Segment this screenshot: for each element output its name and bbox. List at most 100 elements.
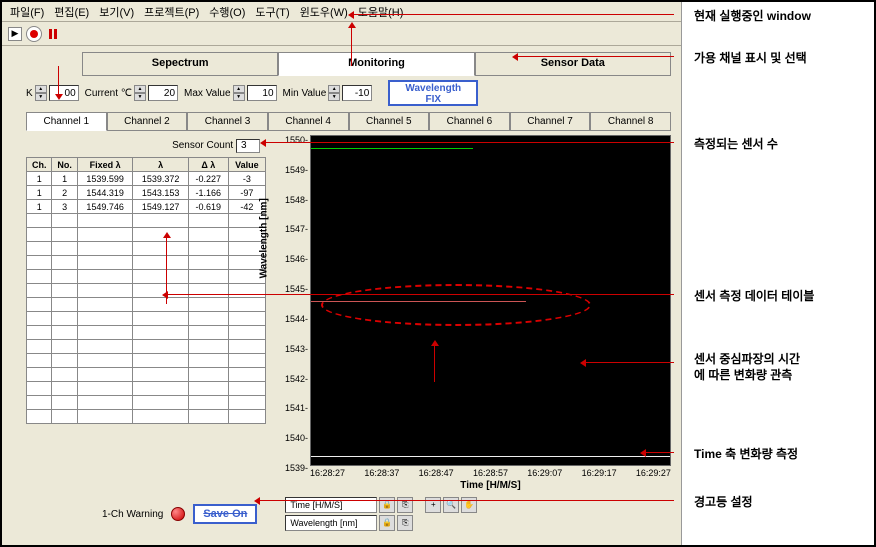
table-cell <box>133 256 189 270</box>
table-cell <box>27 214 52 228</box>
tab-channel-2[interactable]: Channel 2 <box>107 112 188 131</box>
menu-project[interactable]: 프로젝트(P) <box>140 2 203 22</box>
max-spinner[interactable]: ▲▼ <box>233 85 245 101</box>
max-input[interactable] <box>247 85 277 101</box>
current-spinner[interactable]: ▲▼ <box>134 85 146 101</box>
table-cell <box>188 242 228 256</box>
x-tick: 16:28:37 <box>364 468 399 478</box>
th-fixed: Fixed λ <box>77 158 133 172</box>
table-cell <box>27 326 52 340</box>
k-spinner[interactable]: ▲▼ <box>35 85 47 101</box>
table-cell <box>27 382 52 396</box>
tab-channel-5[interactable]: Channel 5 <box>349 112 430 131</box>
tab-channel-8[interactable]: Channel 8 <box>590 112 671 131</box>
trace-sensor-1 <box>311 148 473 156</box>
table-cell <box>52 284 77 298</box>
arrow-a5 <box>582 362 674 363</box>
table-cell <box>27 396 52 410</box>
menu-operate[interactable]: 수행(O) <box>205 2 249 22</box>
table-cell: -0.227 <box>188 172 228 186</box>
table-cell <box>188 270 228 284</box>
menu-tools[interactable]: 도구(T) <box>251 2 293 22</box>
table-cell <box>188 382 228 396</box>
table-cell <box>77 368 133 382</box>
wavelength-fix-button[interactable]: Wavelength FIX <box>388 80 478 106</box>
table-cell <box>27 354 52 368</box>
min-input[interactable] <box>342 85 372 101</box>
table-cell: 1 <box>27 200 52 214</box>
tab-channel-6[interactable]: Channel 6 <box>429 112 510 131</box>
anno-wavelength-time-2: 에 따른 변화량 관측 <box>694 366 792 383</box>
menu-file[interactable]: 파일(F) <box>6 2 48 22</box>
table-row <box>27 396 266 410</box>
arrow-a6 <box>642 452 674 453</box>
tab-channel-4[interactable]: Channel 4 <box>268 112 349 131</box>
table-cell <box>228 340 265 354</box>
table-cell <box>188 214 228 228</box>
highlight-oval <box>321 284 591 326</box>
tab-channel-7[interactable]: Channel 7 <box>510 112 591 131</box>
table-cell <box>188 326 228 340</box>
table-cell <box>133 214 189 228</box>
tab-monitoring[interactable]: Monitoring <box>278 52 474 76</box>
wave-scale-icon[interactable]: ⎘ <box>397 515 413 531</box>
table-cell <box>228 396 265 410</box>
table-row <box>27 228 266 242</box>
table-row: 131549.7461549.127-0.619-42 <box>27 200 266 214</box>
table-cell <box>27 284 52 298</box>
arrow-a7 <box>256 500 674 501</box>
trace-sensor-3 <box>311 456 670 457</box>
y-tick: 1547- <box>285 224 308 234</box>
tab-channel-3[interactable]: Channel 3 <box>187 112 268 131</box>
table-cell <box>188 396 228 410</box>
save-on-button[interactable]: Save On <box>193 504 257 524</box>
run-icon[interactable]: ▶ <box>8 27 22 41</box>
table-cell <box>133 312 189 326</box>
sensor-data-table: Ch. No. Fixed λ λ Δ λ Value 111539.59915… <box>26 157 266 424</box>
table-cell <box>188 298 228 312</box>
wave-axis-field[interactable]: Wavelength [nm] <box>285 515 377 531</box>
th-lambda: λ <box>133 158 189 172</box>
plot-area[interactable] <box>310 135 671 466</box>
arrow-a3 <box>262 142 674 143</box>
table-cell: 2 <box>52 186 77 200</box>
pause-icon[interactable] <box>46 27 60 41</box>
chart-panel: Wavelength [nm] 1550-1549-1548-1547-1546… <box>270 135 671 491</box>
table-cell <box>27 298 52 312</box>
y-tick: 1541- <box>285 403 308 413</box>
x-tick: 16:28:27 <box>310 468 345 478</box>
tab-spectrum[interactable]: Sepectrum <box>82 52 278 76</box>
x-axis-label: Time [H/M/S] <box>310 480 671 491</box>
min-spinner[interactable]: ▲▼ <box>328 85 340 101</box>
current-input[interactable] <box>148 85 178 101</box>
y-axis-ticks: 1550-1549-1548-1547-1546-1545-1544-1543-… <box>270 135 310 491</box>
table-cell <box>77 298 133 312</box>
th-ch: Ch. <box>27 158 52 172</box>
table-cell <box>188 256 228 270</box>
table-cell <box>133 242 189 256</box>
table-cell <box>77 228 133 242</box>
anno-warning-led: 경고등 설정 <box>694 493 753 510</box>
table-cell: 3 <box>52 200 77 214</box>
table-cell <box>133 354 189 368</box>
table-row <box>27 270 266 284</box>
table-cell <box>77 396 133 410</box>
table-row <box>27 256 266 270</box>
k-input[interactable] <box>49 85 79 101</box>
menu-edit[interactable]: 편집(E) <box>50 2 93 22</box>
tab-channel-1[interactable]: Channel 1 <box>26 112 107 131</box>
anno-arrow-channel <box>58 66 59 94</box>
y-tick: 1544- <box>285 314 308 324</box>
table-cell <box>27 242 52 256</box>
table-cell <box>52 298 77 312</box>
table-cell <box>188 340 228 354</box>
table-cell <box>27 228 52 242</box>
record-icon[interactable] <box>26 26 42 42</box>
wave-lock-icon[interactable]: 🔒 <box>379 515 395 531</box>
table-cell <box>27 256 52 270</box>
table-row <box>27 284 266 298</box>
arrow-a2 <box>514 56 674 57</box>
menu-view[interactable]: 보기(V) <box>95 2 138 22</box>
table-cell <box>228 382 265 396</box>
menu-help[interactable]: 도움말(H) <box>354 2 408 22</box>
